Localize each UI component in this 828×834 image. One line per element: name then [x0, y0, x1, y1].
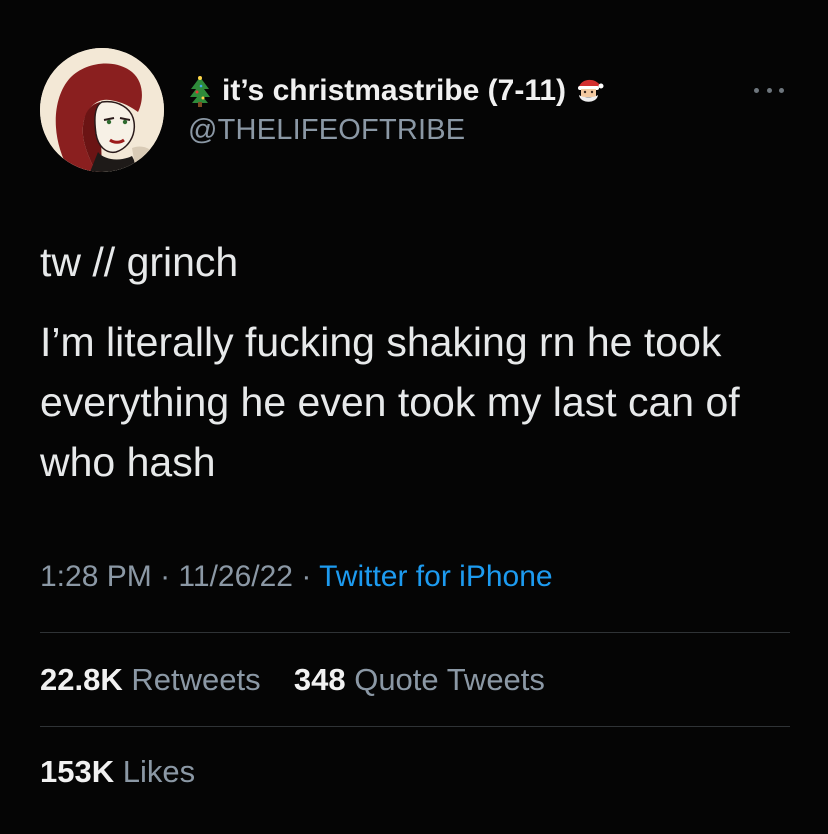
- retweets-link[interactable]: 22.8K Retweets: [40, 662, 261, 697]
- more-dot: [779, 87, 784, 93]
- divider: [40, 632, 790, 633]
- like-stats: 153K Likes: [40, 754, 195, 790]
- tweet-line: tw // grinch: [40, 239, 239, 285]
- avatar[interactable]: [40, 48, 164, 172]
- more-options-icon[interactable]: [754, 86, 784, 94]
- more-dot: [766, 87, 772, 93]
- tweet-text: tw // grinch I’m literally fucking shaki…: [40, 232, 800, 512]
- retweets-label: Retweets: [131, 662, 261, 697]
- more-dot: [754, 87, 759, 93]
- user-handle[interactable]: @THELIFEOFTRIBE: [188, 114, 604, 147]
- likes-link[interactable]: 153K Likes: [40, 754, 195, 789]
- quote-tweets-label: Quote Tweets: [354, 662, 545, 697]
- tweet-source-link[interactable]: Twitter for iPhone: [319, 560, 552, 593]
- retweet-stats: 22.8K Retweets 348 Quote Tweets: [40, 662, 545, 698]
- author-block: it’s christmastribe (7-11) @THELIFEOFTRI…: [188, 72, 604, 147]
- display-name: it’s christmastribe (7-11): [222, 74, 567, 107]
- tweet-card: it’s christmastribe (7-11) @THELIFEOFTRI…: [0, 0, 828, 834]
- santa-icon: [574, 76, 604, 106]
- quote-tweets-link[interactable]: 348 Quote Tweets: [294, 662, 545, 697]
- quote-tweets-count: 348: [293, 662, 346, 697]
- likes-count: 153K: [40, 754, 115, 789]
- meta-separator: ·: [301, 560, 312, 593]
- divider: [40, 726, 790, 727]
- tweet-line: I’m literally fucking shaking rn he took…: [40, 319, 740, 485]
- avatar-image: [40, 48, 164, 172]
- meta-separator: ·: [160, 560, 171, 593]
- display-name-row[interactable]: it’s christmastribe (7-11): [188, 72, 604, 110]
- retweets-count: 22.8K: [40, 662, 123, 697]
- likes-label: Likes: [122, 754, 196, 789]
- tweet-date[interactable]: 11/26/22: [178, 560, 293, 593]
- christmas-tree-icon: [188, 75, 212, 107]
- tweet-meta: 1:28 PM · 11/26/22 · Twitter for iPhone: [40, 560, 553, 594]
- tweet-time[interactable]: 1:28 PM: [40, 560, 152, 593]
